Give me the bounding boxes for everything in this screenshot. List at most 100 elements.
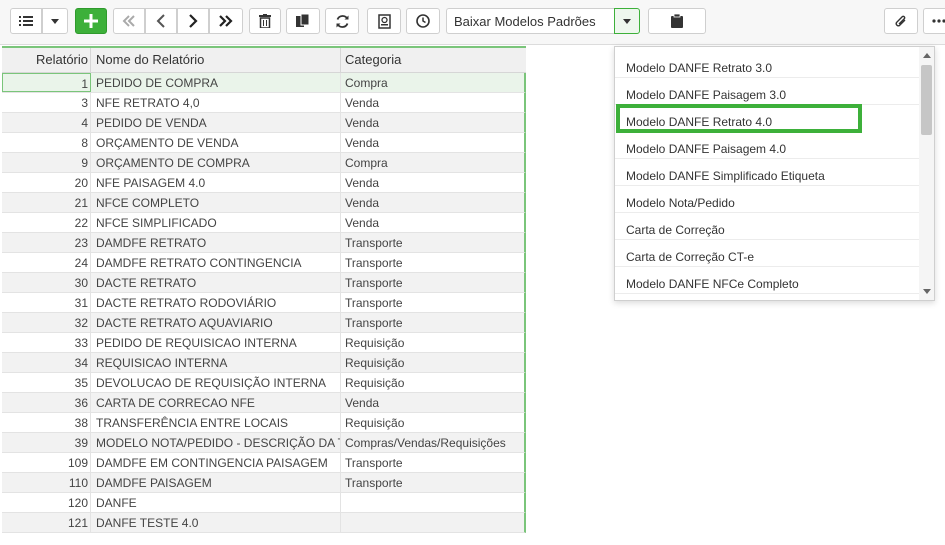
table-row[interactable]: 120 DANFE xyxy=(2,493,526,513)
table-row[interactable]: 9 ORÇAMENTO DE COMPRA Compra xyxy=(2,153,526,173)
table-row[interactable]: 36 CARTA DE CORRECAO NFE Venda xyxy=(2,393,526,413)
table-row[interactable]: 23 DAMDFE RETRATO Transporte xyxy=(2,233,526,253)
copy-button[interactable] xyxy=(286,8,320,34)
dropdown-scrollbar[interactable] xyxy=(919,47,934,300)
cell-relatorio: 38 xyxy=(2,413,91,432)
cell-relatorio: 30 xyxy=(2,273,91,292)
cell-relatorio: 32 xyxy=(2,313,91,332)
more-icon xyxy=(931,19,945,23)
cell-categoria: Requisição xyxy=(345,416,405,430)
chevron-down-icon xyxy=(51,18,59,24)
reports-grid: Relatório Nome do Relatório Categoria 1P… xyxy=(2,46,526,533)
cell-relatorio: 8 xyxy=(2,133,91,152)
cell-categoria: Venda xyxy=(345,116,380,130)
cell-categoria: Venda xyxy=(345,136,380,150)
dropdown-option[interactable]: Modelo DANFE Retrato 4.0 xyxy=(616,104,862,133)
more-options-button[interactable] xyxy=(923,8,945,34)
first-page-button[interactable] xyxy=(113,8,145,34)
cell-relatorio: 21 xyxy=(2,193,91,212)
table-row[interactable]: 8 ORÇAMENTO DE VENDA Venda xyxy=(2,133,526,153)
scroll-down-icon[interactable] xyxy=(923,289,931,294)
cell-relatorio: 22 xyxy=(2,213,91,232)
cell-nome: NFCE SIMPLIFICADO xyxy=(91,213,341,232)
table-row[interactable]: 1 PEDIDO DE COMPRA Compra xyxy=(2,73,526,93)
cell-categoria: Transporte xyxy=(345,296,403,310)
table-row[interactable]: 121 DANFE TESTE 4.0 xyxy=(2,513,526,533)
cell-categoria: Venda xyxy=(345,196,380,210)
cell-relatorio: 36 xyxy=(2,393,91,412)
previous-icon xyxy=(156,14,166,28)
dropdown-option[interactable]: Carta de Correção CT-e xyxy=(615,240,919,267)
delete-button[interactable] xyxy=(249,8,281,34)
cell-categoria xyxy=(341,513,524,532)
cell-categoria: Transporte xyxy=(345,456,403,470)
table-row[interactable]: 39 MODELO NOTA/PEDIDO - DESCRIÇÃO DA T Com… xyxy=(2,433,526,453)
table-row[interactable]: 33 PEDIDO DE REQUISICAO INTERNA Requisição xyxy=(2,333,526,353)
cell-nome: TRANSFERÊNCIA ENTRE LOCAIS xyxy=(91,413,341,432)
cell-relatorio: 20 xyxy=(2,173,91,192)
table-row[interactable]: 110 DAMDFE PAISAGEM Transporte xyxy=(2,473,526,493)
cell-relatorio: 35 xyxy=(2,373,91,392)
cell-nome: DACTE RETRATO AQUAVIARIO xyxy=(91,313,341,332)
dropdown-option[interactable]: Modelo DANFE Paisagem 4.0 xyxy=(615,132,919,159)
cell-categoria: Requisição xyxy=(345,376,405,390)
cell-categoria: Compra xyxy=(345,156,388,170)
table-row[interactable]: 35 DEVOLUCAO DE REQUISIÇÃO INTERNA Requisi… xyxy=(2,373,526,393)
table-row[interactable]: 109 DAMDFE EM CONTINGENCIA PAISAGEM Transp… xyxy=(2,453,526,473)
cell-categoria: Transporte xyxy=(345,276,403,290)
dropdown-option[interactable]: Modelo DANFE NFCe Completo xyxy=(615,267,919,294)
history-button[interactable] xyxy=(406,8,440,34)
list-icon xyxy=(19,15,33,27)
table-row[interactable]: 20 NFE PAISAGEM 4.0 Venda xyxy=(2,173,526,193)
dropdown-option[interactable]: Modelo Nota/Pedido xyxy=(615,186,919,213)
dropdown-option[interactable]: Modelo DANFE Simplificado Etiqueta xyxy=(615,159,919,186)
paperclip-icon xyxy=(894,14,908,29)
cell-nome: NFE PAISAGEM 4.0 xyxy=(91,173,341,192)
table-row[interactable]: 21 NFCE COMPLETO Venda xyxy=(2,193,526,213)
add-button[interactable] xyxy=(75,8,107,34)
cell-categoria: Transporte xyxy=(345,316,403,330)
chevron-down-icon xyxy=(623,18,631,24)
table-row[interactable]: 34 REQUISICAO INTERNA Requisição xyxy=(2,353,526,373)
refresh-button[interactable] xyxy=(325,8,359,34)
column-header-nome[interactable]: Nome do Relatório xyxy=(91,48,341,72)
cell-relatorio: 121 xyxy=(2,513,91,532)
download-templates-button[interactable] xyxy=(648,8,706,34)
plus-icon xyxy=(84,14,98,28)
table-row[interactable]: 38 TRANSFERÊNCIA ENTRE LOCAIS Requisição xyxy=(2,413,526,433)
dropdown-option[interactable]: Modelo DANFE Retrato 3.0 xyxy=(615,51,919,78)
report-template-dropdown-button[interactable] xyxy=(614,8,640,34)
cell-categoria: Transporte xyxy=(345,236,403,250)
report-template-combo[interactable]: Baixar Modelos Padrões xyxy=(446,8,614,34)
report-button[interactable] xyxy=(367,8,401,34)
scroll-up-icon[interactable] xyxy=(923,53,931,58)
table-row[interactable]: 24 DAMDFE RETRATO CONTINGENCIA Transporte xyxy=(2,253,526,273)
column-header-relatorio[interactable]: Relatório xyxy=(2,48,91,72)
next-button[interactable] xyxy=(177,8,209,34)
table-row[interactable]: 31 DACTE RETRATO RODOVIÁRIO Transporte xyxy=(2,293,526,313)
table-row[interactable]: 3 NFE RETRATO 4,0 Venda xyxy=(2,93,526,113)
report-icon xyxy=(377,13,391,29)
list-view-dropdown-button[interactable] xyxy=(42,8,68,34)
dropdown-option[interactable]: Carta de Correção xyxy=(615,213,919,240)
previous-button[interactable] xyxy=(145,8,177,34)
cell-categoria: Venda xyxy=(345,216,380,230)
dropdown-option[interactable]: Modelo DANFE Paisagem 3.0 xyxy=(615,78,919,105)
cell-nome: DANFE xyxy=(91,493,341,512)
scrollbar-thumb[interactable] xyxy=(921,65,932,135)
table-row[interactable]: 22 NFCE SIMPLIFICADO Venda xyxy=(2,213,526,233)
cell-relatorio: 110 xyxy=(2,473,91,492)
attach-button[interactable] xyxy=(884,8,918,34)
table-row[interactable]: 4 PEDIDO DE VENDA Venda xyxy=(2,113,526,133)
cell-relatorio: 109 xyxy=(2,453,91,472)
cell-categoria: Transporte xyxy=(345,256,403,270)
table-row[interactable]: 30 DACTE RETRATO Transporte xyxy=(2,273,526,293)
cell-categoria: Venda xyxy=(345,396,380,410)
table-row[interactable]: 32 DACTE RETRATO AQUAVIARIO Transporte xyxy=(2,313,526,333)
cell-categoria: Requisição xyxy=(345,356,405,370)
cell-nome: ORÇAMENTO DE COMPRA xyxy=(91,153,341,172)
last-page-button[interactable] xyxy=(209,8,243,34)
list-view-button[interactable] xyxy=(10,8,42,34)
column-header-categoria[interactable]: Categoria xyxy=(341,48,526,72)
copy-icon xyxy=(296,14,310,28)
